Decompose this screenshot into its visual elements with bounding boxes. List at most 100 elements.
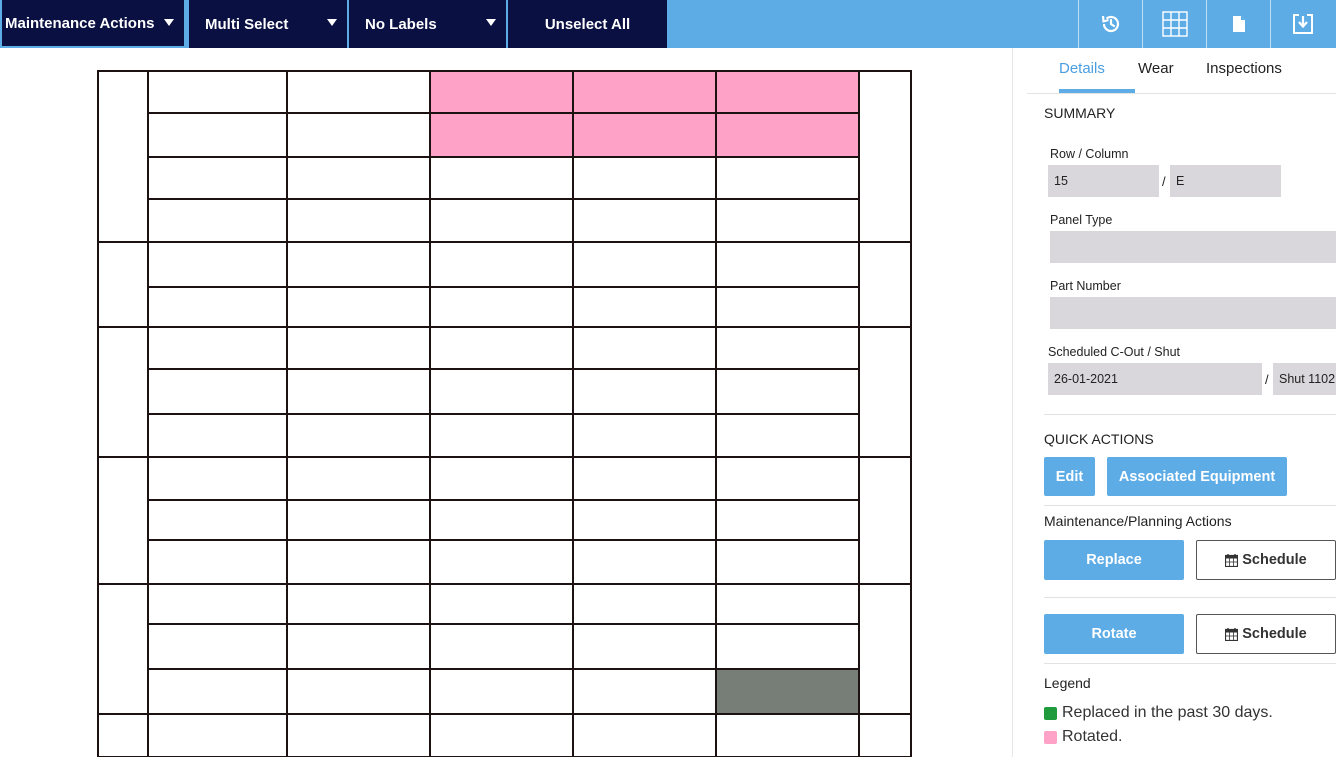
grid-cell[interactable] (147, 368, 288, 415)
rotated-grid-cell[interactable] (429, 112, 574, 158)
grid-cell[interactable] (572, 198, 717, 243)
unselect-all-button[interactable]: Unselect All (508, 0, 667, 48)
grid-cell[interactable] (147, 499, 288, 541)
grid-cell[interactable] (147, 583, 288, 625)
grid-cell[interactable] (572, 286, 717, 328)
grid-cell[interactable] (286, 623, 431, 670)
grid-cell[interactable] (715, 241, 860, 288)
grid-cell[interactable] (286, 286, 431, 328)
export-button[interactable] (1270, 0, 1334, 48)
grid-cell[interactable] (286, 583, 431, 625)
grid-side-cell[interactable] (97, 70, 149, 243)
grid-cell[interactable] (572, 499, 717, 541)
replace-schedule-button[interactable]: Schedule (1196, 540, 1336, 580)
grid-cell[interactable] (429, 713, 574, 757)
grid-cell[interactable] (147, 413, 288, 458)
grid-cell[interactable] (429, 456, 574, 501)
grid-cell[interactable] (286, 668, 431, 715)
grid-cell[interactable] (572, 583, 717, 625)
grid-cell[interactable] (429, 499, 574, 541)
grid-cell[interactable] (286, 70, 431, 114)
tab-inspections[interactable]: Inspections (1206, 60, 1282, 77)
history-button[interactable] (1078, 0, 1142, 48)
grid-cell[interactable] (429, 368, 574, 415)
row-field[interactable]: 15 (1048, 165, 1159, 197)
maintenance-actions-dropdown[interactable]: Maintenance Actions (0, 0, 186, 48)
grid-cell[interactable] (715, 539, 860, 585)
rotated-grid-cell[interactable] (715, 112, 860, 158)
grid-cell[interactable] (572, 713, 717, 757)
rotated-grid-cell[interactable] (429, 70, 574, 114)
grid-cell[interactable] (715, 368, 860, 415)
grid-cell[interactable] (715, 456, 860, 501)
grid-cell[interactable] (715, 413, 860, 458)
grid-view-button[interactable] (1142, 0, 1206, 48)
grid-cell[interactable] (572, 539, 717, 585)
panel-grid[interactable] (0, 48, 1012, 757)
grid-cell[interactable] (286, 241, 431, 288)
grid-cell[interactable] (572, 623, 717, 670)
grid-cell[interactable] (147, 623, 288, 670)
document-button[interactable] (1206, 0, 1270, 48)
grid-cell[interactable] (572, 241, 717, 288)
scheduled-date-field[interactable]: 26-01-2021 (1048, 363, 1262, 395)
grid-side-cell[interactable] (858, 326, 912, 458)
grid-cell[interactable] (286, 326, 431, 370)
part-number-field[interactable] (1050, 297, 1336, 329)
grid-cell[interactable] (715, 156, 860, 200)
grid-cell[interactable] (429, 583, 574, 625)
grid-cell[interactable] (147, 156, 288, 200)
grid-cell[interactable] (286, 456, 431, 501)
grid-cell[interactable] (715, 286, 860, 328)
rotate-button[interactable]: Rotate (1044, 614, 1184, 654)
grid-cell[interactable] (147, 326, 288, 370)
grid-cell[interactable] (715, 499, 860, 541)
grid-cell[interactable] (286, 499, 431, 541)
grid-cell[interactable] (147, 456, 288, 501)
edit-button[interactable]: Edit (1044, 457, 1095, 496)
grid-cell[interactable] (429, 668, 574, 715)
tab-wear[interactable]: Wear (1138, 60, 1174, 77)
grid-cell[interactable] (147, 112, 288, 158)
grid-cell[interactable] (429, 156, 574, 200)
grid-cell[interactable] (572, 668, 717, 715)
selected-grid-cell[interactable] (715, 668, 860, 715)
grid-side-cell[interactable] (97, 713, 149, 757)
grid-cell[interactable] (286, 713, 431, 757)
grid-cell[interactable] (147, 241, 288, 288)
grid-cell[interactable] (286, 368, 431, 415)
rotated-grid-cell[interactable] (715, 70, 860, 114)
grid-cell[interactable] (715, 198, 860, 243)
grid-cell[interactable] (147, 539, 288, 585)
grid-cell[interactable] (286, 539, 431, 585)
grid-side-cell[interactable] (97, 326, 149, 458)
grid-cell[interactable] (286, 198, 431, 243)
grid-cell[interactable] (715, 326, 860, 370)
grid-cell[interactable] (572, 156, 717, 200)
associated-equipment-button[interactable]: Associated Equipment (1107, 457, 1287, 496)
tab-details[interactable]: Details (1059, 60, 1105, 77)
grid-side-cell[interactable] (858, 241, 912, 328)
grid-cell[interactable] (572, 456, 717, 501)
replace-button[interactable]: Replace (1044, 540, 1184, 580)
panel-type-field[interactable] (1050, 231, 1336, 263)
grid-cell[interactable] (429, 326, 574, 370)
grid-cell[interactable] (286, 112, 431, 158)
grid-cell[interactable] (286, 413, 431, 458)
column-field[interactable]: E (1170, 165, 1281, 197)
grid-side-cell[interactable] (858, 713, 912, 757)
grid-cell[interactable] (429, 286, 574, 328)
rotate-schedule-button[interactable]: Schedule (1196, 614, 1336, 654)
grid-cell[interactable] (715, 623, 860, 670)
grid-cell[interactable] (147, 713, 288, 757)
grid-cell[interactable] (147, 668, 288, 715)
grid-cell[interactable] (147, 198, 288, 243)
grid-side-cell[interactable] (858, 456, 912, 585)
rotated-grid-cell[interactable] (572, 70, 717, 114)
grid-cell[interactable] (572, 368, 717, 415)
grid-cell[interactable] (572, 413, 717, 458)
grid-cell[interactable] (429, 623, 574, 670)
grid-cell[interactable] (572, 326, 717, 370)
grid-cell[interactable] (147, 286, 288, 328)
grid-cell[interactable] (429, 539, 574, 585)
